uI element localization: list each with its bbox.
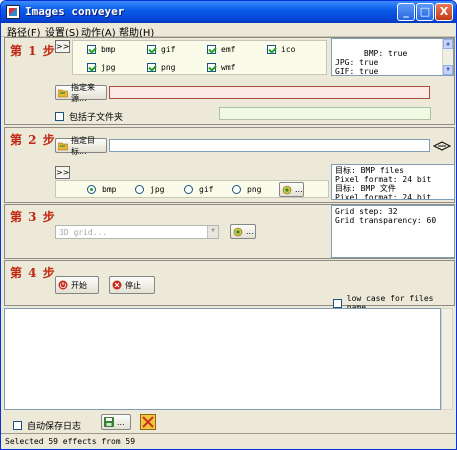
format-gif-checkbox[interactable]: gif	[147, 45, 175, 54]
log-scrollbar[interactable]	[441, 308, 453, 410]
effect-info-box: Grid step: 32 Grid transparency: 60	[331, 205, 455, 258]
step4-panel: 第 4 步 开始 停止 low case for files name	[4, 260, 455, 312]
step2-label: 第 2 步	[10, 133, 56, 147]
folder-icon	[58, 89, 68, 97]
start-button[interactable]: 开始	[55, 276, 99, 294]
format-wmf-checkbox[interactable]: wmf	[207, 63, 235, 72]
format-png-checkbox[interactable]: png	[147, 63, 175, 72]
app-icon	[6, 5, 20, 19]
step1-label: 第 1 步	[10, 44, 56, 58]
format-emf-checkbox[interactable]: emf	[207, 45, 235, 54]
step1-panel: 第 1 步 >> bmp gif emf ico jpg png wmf BMP…	[4, 37, 455, 125]
minimize-button[interactable]: _	[397, 3, 415, 21]
source-path-field[interactable]	[109, 86, 430, 99]
format-jpg-checkbox[interactable]: jpg	[87, 63, 115, 72]
include-subfolders-checkbox[interactable]: 包括子文件夹	[55, 110, 123, 123]
format-ico-checkbox[interactable]: ico	[267, 45, 295, 54]
save-log-button[interactable]: ...	[101, 414, 131, 430]
step2-more-button[interactable]: >>	[55, 166, 70, 179]
settings-icon	[282, 185, 292, 194]
target-path-field[interactable]	[109, 139, 430, 152]
log-area[interactable]	[4, 308, 441, 410]
target-gif-radio[interactable]: gif	[184, 185, 213, 194]
source-info-text: BMP: true JPG: true GIF: true PNG: true …	[335, 49, 408, 76]
effect-select[interactable]: 3D grid... ▼	[55, 225, 219, 239]
settings-icon	[233, 227, 243, 236]
chevron-down-icon[interactable]: ▼	[207, 226, 218, 238]
format-bmp-checkbox[interactable]: bmp	[87, 45, 115, 54]
step3-label: 第 3 步	[10, 210, 56, 224]
status-bar: Selected 59 effects from 59	[1, 433, 456, 449]
scroll-down-icon[interactable]: ▼	[443, 65, 453, 75]
source-info-box: BMP: true JPG: true GIF: true PNG: true …	[331, 38, 454, 76]
filter-field[interactable]	[219, 107, 431, 120]
step3-panel: 第 3 步 3D grid... ▼ ... Grid step: 32 Gri…	[4, 204, 455, 259]
save-icon	[104, 417, 114, 427]
maximize-button[interactable]: □	[416, 3, 434, 21]
pen-icon[interactable]	[433, 140, 451, 152]
target-formats-panel: bmp jpg gif png ...	[55, 180, 329, 198]
power-icon	[58, 280, 68, 290]
stop-button[interactable]: 停止	[109, 276, 155, 294]
window-title: Images conveyer	[25, 5, 125, 18]
status-text: Selected 59 effects from 59	[5, 437, 136, 446]
scroll-up-icon[interactable]: ▲	[443, 39, 453, 49]
source-info-scrollbar[interactable]: ▲ ▼	[442, 39, 453, 75]
clear-x-icon	[142, 416, 154, 428]
autosave-log-checkbox[interactable]: 自动保存日志	[13, 419, 81, 432]
target-png-radio[interactable]: png	[232, 185, 261, 194]
target-jpg-radio[interactable]: jpg	[135, 185, 164, 194]
effect-settings-button[interactable]: ...	[230, 224, 256, 239]
step2-panel: 第 2 步 指定目标... >> bmp jpg gif png ... 目标:…	[4, 127, 455, 203]
stop-icon	[112, 280, 122, 290]
target-button[interactable]: 指定目标...	[55, 136, 107, 156]
folder-icon	[58, 142, 68, 150]
title-bar: Images conveyer _ □ X	[1, 1, 456, 23]
source-button[interactable]: 指定来源...	[55, 83, 107, 103]
step1-more-button[interactable]: >>	[55, 40, 70, 53]
main-window: Images conveyer _ □ X 路径(F) 设置(S) 动作(A) …	[0, 0, 457, 450]
source-formats-panel: bmp gif emf ico jpg png wmf	[72, 40, 327, 75]
target-settings-button[interactable]: ...	[279, 182, 304, 197]
target-info-box: 目标: BMP files Pixel format: 24 bit 目标: B…	[331, 164, 455, 200]
clear-log-button[interactable]	[140, 414, 156, 430]
target-bmp-radio[interactable]: bmp	[87, 185, 116, 194]
step4-label: 第 4 步	[10, 266, 56, 280]
close-button[interactable]: X	[435, 3, 453, 21]
menu-bar: 路径(F) 设置(S) 动作(A) 帮助(H)	[1, 23, 456, 39]
